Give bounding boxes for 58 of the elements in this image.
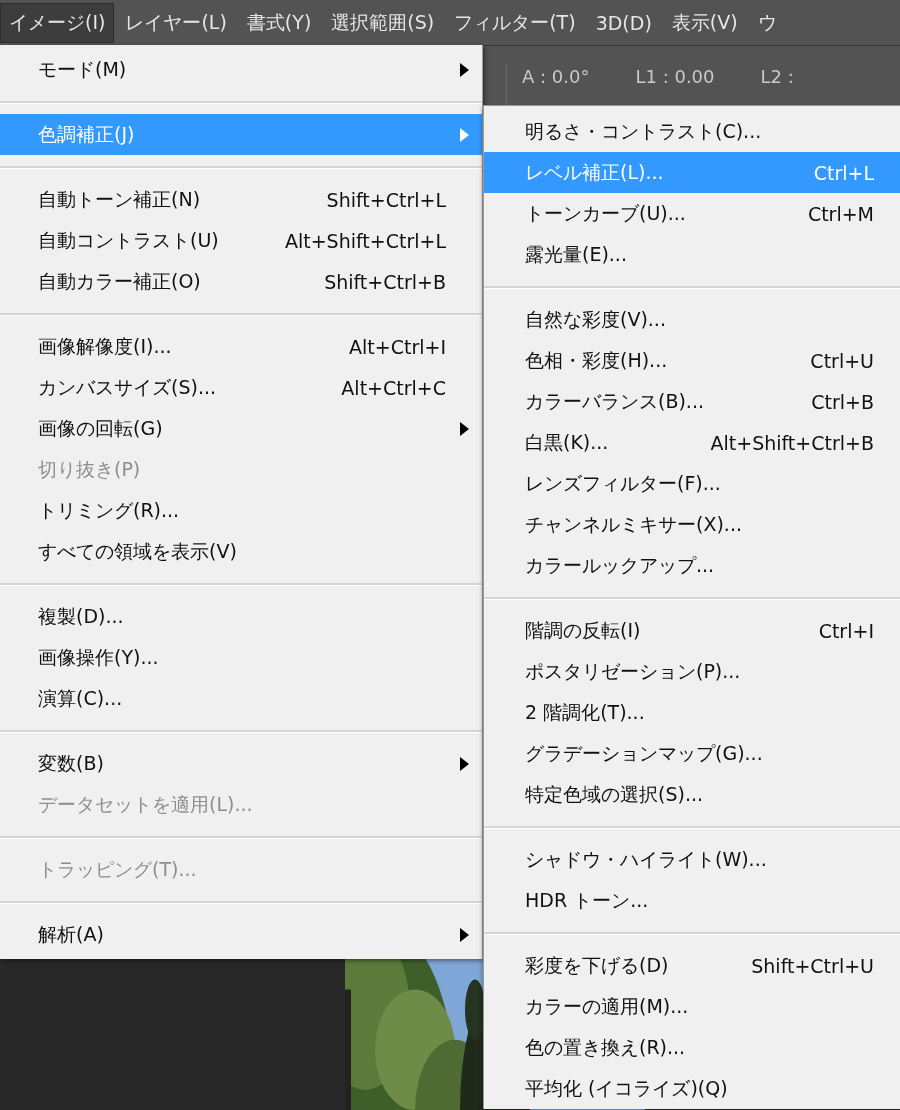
menu-item[interactable]: トリミング(R)... [0,490,482,531]
menu-item[interactable]: 階調の反転(I) Ctrl+I [484,610,900,651]
menu-item[interactable]: チャンネルミキサー(X)... [484,504,900,545]
shortcut-label: Alt+Ctrl+I [349,335,446,358]
menu-item[interactable]: カラーの適用(M)... [484,986,900,1027]
menu-bar-item[interactable]: 表示(V) [662,2,747,43]
menu-item[interactable]: グラデーションマップ(G)... [484,733,900,774]
menu-item[interactable]: 自動トーン補正(N) Shift+Ctrl+L [0,179,482,220]
menu-item[interactable]: 露光量(E)... [484,234,900,275]
menu-bar-item[interactable]: イメージ(I) [0,2,115,43]
menu-item[interactable]: HDR トーン... [484,880,900,921]
shortcut-label: Shift+Ctrl+B [324,270,446,293]
shortcut-label: Ctrl+U [810,349,874,372]
menu-item[interactable]: 2 階調化(T)... [484,692,900,733]
menu-item[interactable]: 色の置き換え(R)... [484,1027,900,1068]
shortcut-label: Ctrl+L [813,161,874,184]
menu-item[interactable]: 画像操作(Y)... [0,637,482,678]
menu-bar-item[interactable]: ウ [748,2,786,43]
menu-item[interactable]: カラールックアップ... [484,545,900,586]
menu-item[interactable]: 特定色域の選択(S)... [484,774,900,815]
menu-item[interactable]: ポスタリゼーション(P)... [484,651,900,692]
menu-item[interactable]: レンズフィルター(F)... [484,463,900,504]
menu-item[interactable]: 画像の回転(G) [0,408,482,449]
shortcut-label: Ctrl+B [811,390,874,413]
menu-item[interactable]: 複製(D)... [0,596,482,637]
menu-bar-item[interactable]: レイヤー(L) [116,2,236,43]
menu-bar-item[interactable]: フィルター(T) [445,2,585,43]
shortcut-label: Alt+Shift+Ctrl+B [710,431,874,454]
menu-bar-item[interactable]: 選択範囲(S) [322,2,444,43]
menu-item[interactable]: 自動コントラスト(U) Alt+Shift+Ctrl+L [0,220,482,261]
menu-item[interactable]: 演算(C)... [0,678,482,719]
menu-item[interactable]: シャドウ・ハイライト(W)... [484,839,900,880]
menu-item[interactable]: 明るさ・コントラスト(C)... [484,111,900,152]
menu-item[interactable]: 白黒(K)... Alt+Shift+Ctrl+B [484,422,900,463]
menu-item[interactable]: 色相・彩度(H)... Ctrl+U [484,340,900,381]
shortcut-label: Alt+Ctrl+C [341,376,446,399]
shortcut-label: Ctrl+I [818,619,874,642]
readout-label: L2 : [760,65,794,87]
menu-item[interactable]: 自動カラー補正(O) Shift+Ctrl+B [0,261,482,302]
menu-item[interactable]: 解析(A) [0,914,482,955]
menu-item[interactable]: 自然な彩度(V)... [484,299,900,340]
shortcut-label: Ctrl+M [807,202,874,225]
shortcut-label: Shift+Ctrl+L [326,188,446,211]
menu-item[interactable]: カンバスサイズ(S)... Alt+Ctrl+C [0,367,482,408]
menu-bar-item[interactable]: 書式(Y) [237,2,321,43]
menu-item[interactable]: すべての領域を表示(V) [0,531,482,572]
menu-item[interactable]: モード(M) [0,49,482,90]
menu-item[interactable]: 彩度を下げる(D) Shift+Ctrl+U [484,945,900,986]
menu-bar-item[interactable]: 3D(D) [586,4,661,41]
menu-item[interactable]: トーンカーブ(U)... Ctrl+M [484,193,900,234]
readout-label: L1 : 0.00 [635,65,715,87]
shortcut-label: Alt+Shift+Ctrl+L [284,229,446,252]
menu-item[interactable]: カラーバランス(B)... Ctrl+B [484,381,900,422]
menu-item[interactable]: 平均化 (イコライズ)(Q) [484,1068,900,1109]
readout-label: A : 0.0° [522,65,590,87]
menu-item[interactable]: 画像解像度(I)... Alt+Ctrl+I [0,326,482,367]
menu-item[interactable]: 変数(B) [0,743,482,784]
shortcut-label: Shift+Ctrl+U [751,954,874,977]
